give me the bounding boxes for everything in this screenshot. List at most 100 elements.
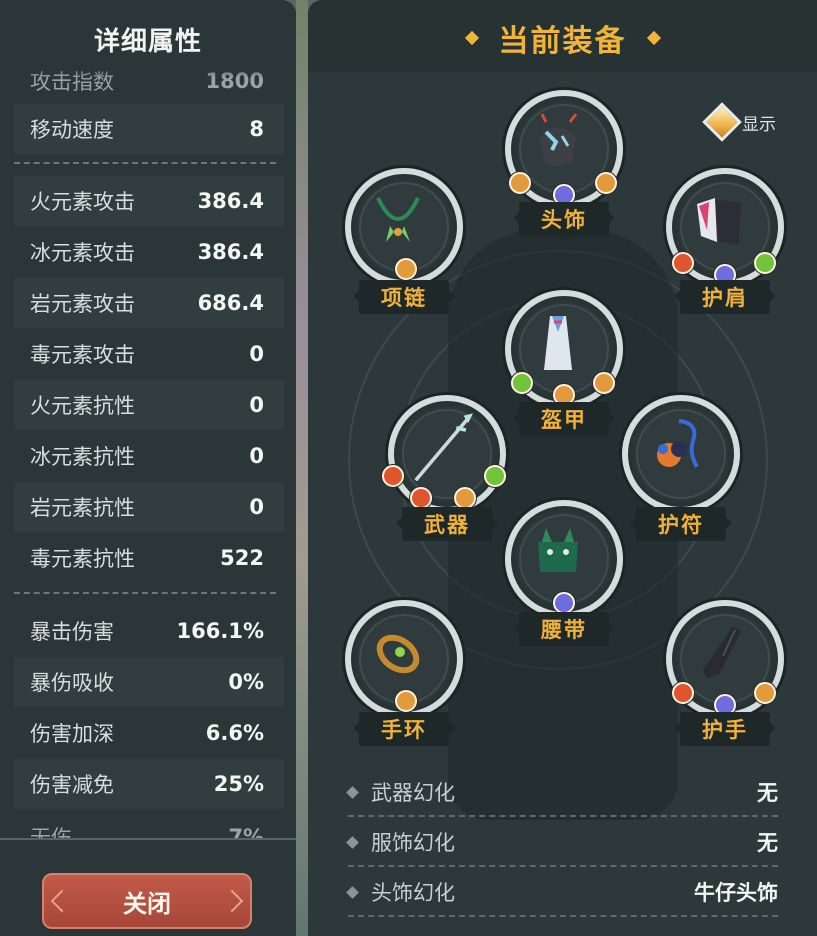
stat-label: 暴伤吸收 (30, 671, 114, 695)
slot-label: 武器 (402, 507, 492, 541)
diamond-bullet-icon (346, 885, 359, 899)
stat-row: 暴伤吸收 0% (14, 657, 284, 707)
gem-rock-icon (754, 682, 776, 704)
stat-row: 毒元素攻击 0 (14, 329, 284, 379)
stat-label: 毒元素抗性 (30, 547, 135, 571)
diamond-bullet-icon (346, 785, 359, 799)
stat-value: 686.4 (197, 291, 264, 315)
slot-label: 护手 (680, 712, 770, 746)
stats-scroll-list[interactable]: 攻击指数 1800 移动速度 8 火元素攻击 386.4 冰元素攻击 386.4… (14, 70, 284, 840)
stat-label: 岩元素抗性 (30, 496, 135, 520)
stat-label: 暴击伤害 (30, 620, 114, 644)
slot-necklace[interactable]: 项链 (345, 168, 463, 314)
transmog-row-outfit: 服饰幻化 无 (346, 817, 778, 867)
transmog-row-weapon: 武器幻化 无 (346, 767, 778, 817)
gloves-icon (703, 626, 741, 678)
slot-armor[interactable]: 盔甲 (505, 290, 623, 436)
stat-row: 岩元素攻击 686.4 (14, 278, 284, 328)
stat-row: 火元素攻击 386.4 (14, 176, 284, 226)
slot-label: 项链 (359, 280, 449, 314)
gem-rock-icon (454, 487, 476, 509)
slot-label: 盔甲 (519, 402, 609, 436)
gem-fire-icon (382, 465, 404, 487)
header-zigzag-border (308, 60, 817, 76)
title-diamond-icon (646, 30, 661, 46)
shoulder-guard-icon (697, 198, 741, 244)
stat-value: 0 (249, 393, 264, 417)
gem-rock-icon (395, 258, 417, 280)
stat-row: 伤害加深 6.6% (14, 708, 284, 758)
equipment-title: 当前装备 (308, 14, 817, 62)
gem-rock-icon (395, 690, 417, 712)
stat-value: 0 (249, 495, 264, 519)
gem-fire-icon (410, 487, 432, 509)
stat-label: 火元素抗性 (30, 394, 135, 418)
cowboy-hat-icon (540, 113, 578, 166)
stat-label: 岩元素攻击 (30, 292, 135, 316)
transmog-label: 头饰幻化 (371, 881, 455, 905)
spear-weapon-icon (414, 413, 474, 482)
stat-value: 0 (249, 444, 264, 468)
stat-label: 冰元素攻击 (30, 241, 135, 265)
stat-row-move-speed: 移动速度 8 (14, 104, 284, 154)
equipment-title-text: 当前装备 (498, 24, 627, 59)
transmog-value: 无 (757, 781, 778, 805)
slot-amulet[interactable]: 护符 (622, 395, 740, 541)
stat-value: 0% (228, 670, 264, 694)
stat-value: 522 (220, 546, 264, 570)
stat-value: 386.4 (197, 189, 264, 213)
stat-row: 岩元素抗性 0 (14, 482, 284, 532)
diamond-bullet-icon (346, 835, 359, 849)
stat-label: 伤害减免 (30, 773, 114, 797)
stat-row: 伤害减免 25% (14, 759, 284, 809)
show-toggle[interactable]: 显示 (702, 102, 804, 142)
slot-shoulder[interactable]: 护肩 (666, 168, 784, 314)
amulet-charm-icon (657, 419, 699, 468)
slot-weapon[interactable]: 武器 (382, 395, 506, 541)
slot-label: 护肩 (680, 280, 770, 314)
necklace-icon (376, 197, 420, 242)
background-scenery-strip (296, 0, 308, 936)
slot-gloves[interactable]: 护手 (666, 600, 784, 746)
gem-rock-icon (593, 372, 615, 394)
stat-row: 冰元素抗性 0 (14, 431, 284, 481)
stat-label: 冰元素抗性 (30, 445, 135, 469)
close-button[interactable]: 关闭 (42, 873, 252, 929)
stat-value: 386.4 (197, 240, 264, 264)
slot-bracelet[interactable]: 手环 (345, 600, 463, 746)
show-toggle-label: 显示 (742, 114, 776, 135)
stat-row: 火元素抗性 0 (14, 380, 284, 430)
stat-label: 毒元素攻击 (30, 343, 135, 367)
armor-robe-icon (544, 316, 572, 370)
stats-divider (14, 592, 276, 594)
transmog-value: 无 (757, 831, 778, 855)
stat-value: 166.1% (176, 619, 264, 643)
gem-poison-icon (511, 372, 533, 394)
gem-rock-icon (509, 172, 531, 194)
gem-fire-icon (672, 252, 694, 274)
gem-ice-icon (553, 592, 575, 614)
slot-headwear[interactable]: 头饰 (505, 90, 623, 236)
stats-divider (14, 162, 276, 164)
stats-panel: 详细属性 攻击指数 1800 移动速度 8 火元素攻击 386.4 冰元素攻击 … (0, 0, 296, 936)
gem-poison-icon (754, 252, 776, 274)
stat-label: 火元素攻击 (30, 190, 135, 214)
transmog-label: 服饰幻化 (371, 831, 455, 855)
stat-row: 冰元素攻击 386.4 (14, 227, 284, 277)
transmog-label: 武器幻化 (371, 781, 455, 805)
slot-label: 护符 (636, 507, 726, 541)
slot-label: 腰带 (519, 612, 609, 646)
stat-value: 6.6% (205, 721, 264, 745)
stat-row: 暴击伤害 166.1% (14, 606, 284, 656)
stat-value: 0 (249, 342, 264, 366)
stat-value: 8 (249, 117, 264, 141)
stat-label: 伤害加深 (30, 722, 114, 746)
stat-value: 25% (213, 772, 264, 796)
stats-panel-title: 详细属性 (0, 0, 296, 78)
transmog-row-headwear: 头饰幻化 牛仔头饰 (346, 867, 778, 917)
slot-belt[interactable]: 腰带 (505, 500, 623, 646)
transmog-value: 牛仔头饰 (694, 881, 778, 905)
equipment-panel: 当前装备 显示 头饰 项链 护肩 盔甲 武器 护符 腰带 手环 护手 武器幻化 … (308, 0, 817, 936)
close-bar-divider (0, 838, 296, 840)
belt-icon (538, 528, 578, 572)
